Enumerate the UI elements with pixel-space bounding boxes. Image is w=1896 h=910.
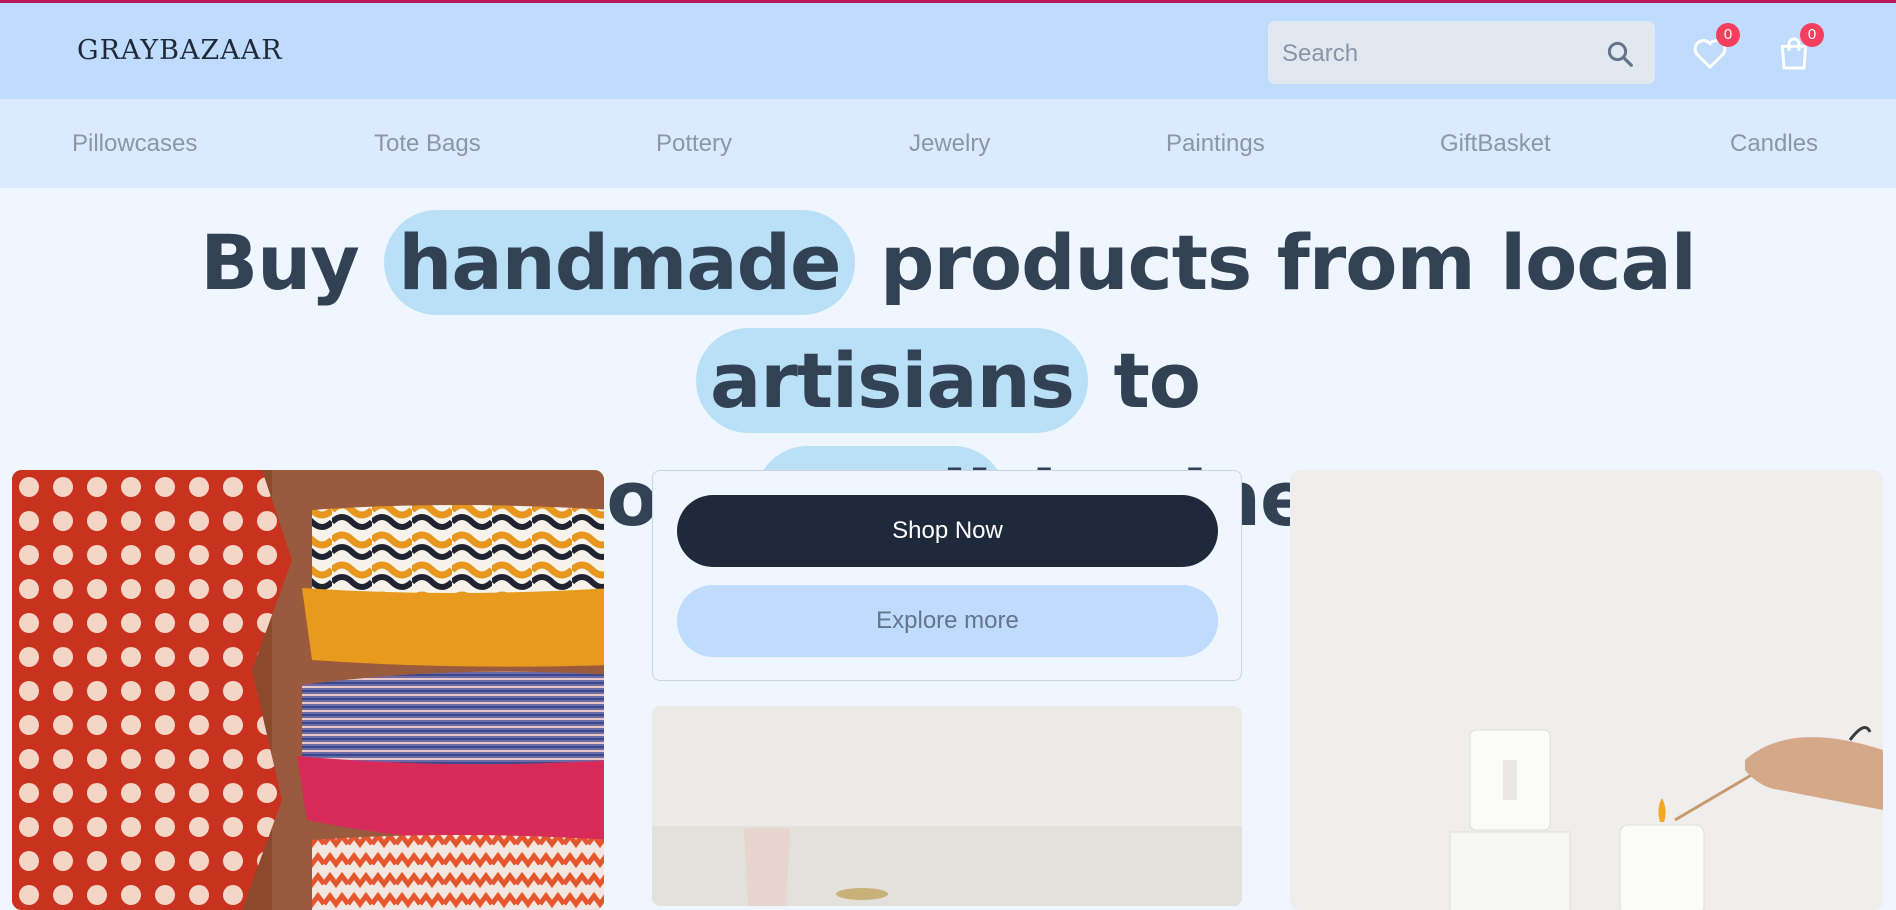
pillowcases-photo [12, 470, 604, 910]
nav-item-pillowcases[interactable]: Pillowcases [72, 99, 197, 188]
category-nav: Pillowcases Tote Bags Pottery Jewelry Pa… [0, 99, 1896, 188]
nav-item-candles[interactable]: Candles [1730, 99, 1818, 188]
candles-photo [1290, 470, 1883, 910]
nav-item-paintings[interactable]: Paintings [1166, 99, 1265, 188]
hero-highlight: handmade [384, 210, 855, 315]
site-header: GRAYBAZAAR 0 0 [0, 3, 1896, 99]
nav-item-pottery[interactable]: Pottery [656, 99, 732, 188]
explore-more-button[interactable]: Explore more [677, 585, 1218, 657]
cart-button[interactable]: 0 [1774, 23, 1824, 73]
candles-image[interactable] [1290, 470, 1883, 910]
hero-highlight: artisians [695, 328, 1089, 433]
hero-text: to [1088, 336, 1201, 425]
nav-item-giftbasket[interactable]: GiftBasket [1440, 99, 1551, 188]
pillowcases-image[interactable] [12, 470, 604, 910]
cart-count-badge: 0 [1800, 23, 1824, 47]
search-bar [1268, 21, 1655, 86]
nav-item-jewelry[interactable]: Jewelry [909, 99, 990, 188]
pottery-photo [652, 706, 1242, 906]
logo[interactable]: GRAYBAZAAR [77, 31, 283, 71]
wishlist-count-badge: 0 [1716, 23, 1740, 47]
pottery-image[interactable] [652, 706, 1242, 906]
shop-now-button[interactable]: Shop Now [677, 495, 1218, 567]
search-icon[interactable] [1605, 39, 1635, 69]
hero-text: Buy [200, 218, 385, 307]
nav-item-tote-bags[interactable]: Tote Bags [374, 99, 481, 188]
hero-text: products from local [854, 218, 1697, 307]
cta-panel: Shop Now Explore more [652, 470, 1242, 681]
wishlist-button[interactable]: 0 [1690, 23, 1740, 73]
search-input[interactable] [1280, 21, 1604, 86]
